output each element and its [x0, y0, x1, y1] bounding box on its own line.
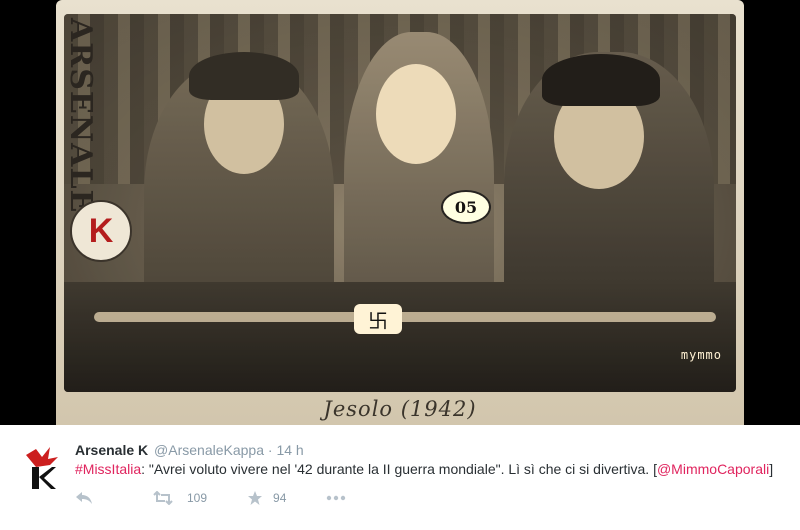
user-handle[interactable]: @ArsenaleKappa — [154, 442, 264, 458]
timestamp[interactable]: 14 h — [276, 442, 303, 458]
reply-icon — [76, 492, 92, 504]
more-button[interactable] — [326, 495, 346, 501]
display-name[interactable]: Arsenale K — [75, 442, 148, 458]
car-body — [64, 282, 736, 392]
avatar[interactable] — [22, 445, 62, 491]
separator: · — [267, 442, 273, 458]
star-icon — [248, 491, 263, 505]
tweet-text: #MissItalia: "Avrei voluto vivere nel '4… — [75, 461, 773, 477]
contestant-badge: 05 — [441, 190, 491, 224]
mention-link[interactable]: @MimmoCaporali — [657, 461, 769, 477]
sepia-photo: 05 卐 mymmo — [64, 14, 736, 392]
photo-card: 05 卐 mymmo ARSENALE K Jesolo (1942) — [56, 0, 744, 425]
retweet-button[interactable]: 109 — [153, 491, 207, 505]
logo-wordmark: ARSENALE — [63, 18, 98, 214]
head-center — [376, 64, 456, 164]
hashtag-link[interactable]: #MissItalia — [75, 461, 141, 477]
tweet-actions: 109 94 — [75, 488, 346, 508]
car-rail — [94, 312, 716, 322]
logo-k-emblem: K — [70, 200, 132, 262]
tweet-card: Arsenale K @ArsenaleKappa · 14 h #MissIt… — [0, 425, 800, 530]
avatar-k-bird-icon — [26, 447, 58, 489]
favorite-count: 94 — [273, 491, 287, 505]
cap-right — [542, 54, 660, 106]
tweet-media[interactable]: 05 卐 mymmo ARSENALE K Jesolo (1942) — [0, 0, 800, 425]
photo-caption: Jesolo (1942) — [323, 397, 477, 421]
more-dots-icon — [327, 495, 346, 501]
favorite-button[interactable]: 94 — [247, 490, 286, 506]
cap-left — [189, 52, 299, 100]
armband-icon: 卐 — [354, 304, 402, 334]
retweet-count: 109 — [187, 491, 208, 505]
tweet-header: Arsenale K @ArsenaleKappa · 14 h — [75, 442, 304, 458]
watermark-text: mymmo — [680, 348, 722, 362]
reply-button[interactable] — [75, 491, 93, 505]
tweet-body: : "Avrei voluto vivere nel '42 durante l… — [141, 461, 657, 477]
tweet-body-end: ] — [769, 461, 774, 477]
retweet-icon — [153, 491, 173, 505]
